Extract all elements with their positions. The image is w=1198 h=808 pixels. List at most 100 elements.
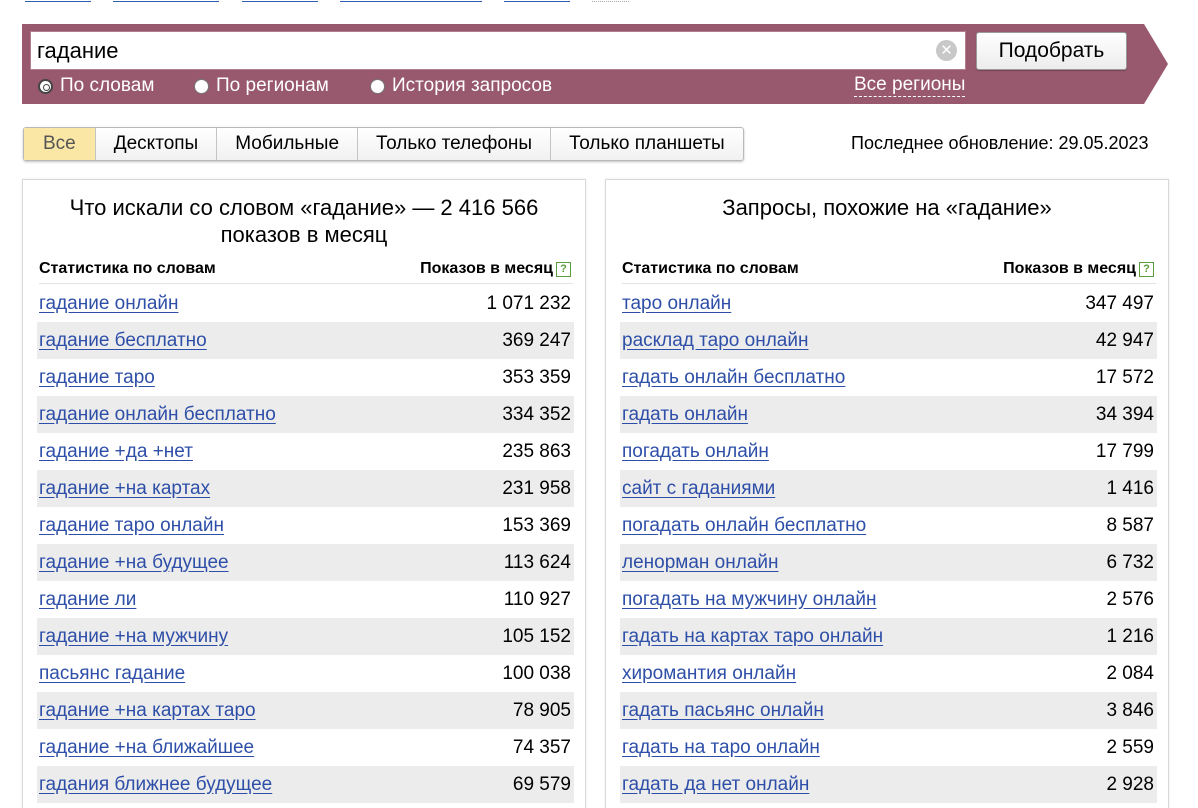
impressions-count: 2 928: [1106, 773, 1154, 795]
top-nav-link[interactable]: [242, 0, 318, 2]
query-link[interactable]: погадать онлайн: [622, 441, 769, 463]
impressions-count: 110 927: [503, 588, 571, 610]
column-header-count-label: Показов в месяц: [420, 260, 553, 277]
radio-label: История запросов: [392, 75, 553, 96]
panel-title-line: Что искали со словом «гадание» — 2 416 5…: [69, 195, 539, 220]
panel-title-line: показов в месяц: [220, 222, 388, 247]
query-link[interactable]: хиромантия онлайн: [622, 663, 796, 685]
impressions-count: 347 497: [1085, 292, 1154, 314]
panel-title: Запросы, похожие на «гадание»: [722, 195, 1052, 220]
table-row: гадания ближнее будущее 69 579: [37, 766, 574, 803]
table-row: гадать да нет онлайн 2 928: [620, 766, 1157, 803]
table-row: пасьянс гадание 100 038: [37, 655, 574, 692]
regions-link[interactable]: Все регионы: [854, 74, 966, 97]
query-link[interactable]: ленорман онлайн: [622, 552, 779, 574]
query-link[interactable]: гадание +на картах: [39, 478, 210, 500]
impressions-count: 1 071 232: [486, 292, 571, 314]
tab-tablets-only[interactable]: Только планшеты: [551, 128, 743, 160]
query-link[interactable]: гадание +на мужчину: [39, 626, 228, 648]
query-link[interactable]: сайт с гаданиями: [622, 478, 775, 500]
impressions-count: 17 799: [1095, 440, 1154, 462]
query-link[interactable]: гадание ли: [39, 589, 136, 611]
impressions-count: 334 352: [502, 403, 571, 425]
query-link[interactable]: пасьянс гадание: [39, 663, 185, 685]
help-icon[interactable]: ?: [556, 261, 571, 277]
impressions-count: 42 947: [1095, 329, 1154, 351]
table-row: гадание онлайн 1 071 232: [37, 285, 574, 322]
tab-all[interactable]: Все: [24, 128, 96, 160]
column-header-count: Показов в месяц ?: [1003, 260, 1154, 278]
query-link[interactable]: гадание таро онлайн: [39, 515, 224, 537]
query-link[interactable]: погадать на мужчину онлайн: [622, 589, 876, 611]
similar-queries-panel: Запросы, похожие на «гадание» Статистика…: [605, 179, 1169, 808]
query-link[interactable]: таро онлайн: [622, 293, 731, 315]
radio-button[interactable]: [38, 78, 53, 94]
impressions-count: 17 572: [1095, 366, 1154, 388]
query-link[interactable]: гадание +да +нет: [39, 441, 193, 463]
table-row: расклад таро онлайн 42 947: [620, 322, 1157, 359]
impressions-count: 231 958: [502, 477, 571, 499]
tab-phones-only[interactable]: Только телефоны: [358, 128, 552, 160]
impressions-count: 105 152: [502, 625, 571, 647]
impressions-count: 69 579: [512, 773, 571, 795]
query-link[interactable]: гадать пасьянс онлайн: [622, 700, 824, 722]
query-link[interactable]: гадать онлайн: [622, 404, 748, 426]
table-header: Статистика по словам Показов в месяц ?: [39, 260, 573, 284]
top-nav-link[interactable]: [504, 0, 570, 2]
table-row: погадать на мужчину онлайн 2 576: [620, 581, 1157, 618]
table-row: гадание онлайн бесплатно 334 352: [37, 396, 574, 433]
impressions-count: 2 559: [1106, 736, 1154, 758]
table-row: хиромантия онлайн 2 084: [620, 655, 1157, 692]
query-link[interactable]: гадание +на картах таро: [39, 700, 256, 722]
search-input[interactable]: [30, 31, 966, 70]
impressions-count: 3 846: [1106, 699, 1154, 721]
table-row: гадание +на картах 231 958: [37, 470, 574, 507]
word-stats-table: гадание онлайн 1 071 232 гадание бесплатно…: [37, 285, 574, 803]
table-row: погадать онлайн 17 799: [620, 433, 1157, 470]
query-link[interactable]: гадать на таро онлайн: [622, 737, 820, 759]
top-nav-link[interactable]: [113, 0, 219, 2]
query-link[interactable]: гадание +на ближайшее: [39, 737, 254, 759]
query-link[interactable]: гадание таро: [39, 367, 155, 389]
query-link[interactable]: гадать онлайн бесплатно: [622, 367, 845, 389]
impressions-count: 100 038: [502, 662, 571, 684]
query-link[interactable]: гадание +на будущее: [39, 552, 229, 574]
submit-button[interactable]: Подобрать: [976, 32, 1127, 70]
query-link[interactable]: гадание бесплатно: [39, 330, 207, 352]
top-nav-link[interactable]: [340, 0, 482, 2]
query-link[interactable]: гадать на картах таро онлайн: [622, 626, 883, 648]
word-stats-panel: Что искали со словом «гадание» — 2 416 5…: [22, 179, 586, 808]
table-row: гадание +на мужчину 105 152: [37, 618, 574, 655]
impressions-count: 153 369: [502, 514, 571, 536]
table-row: гадать онлайн бесплатно 17 572: [620, 359, 1157, 396]
radio-label: По регионам: [216, 75, 329, 96]
query-link[interactable]: гадать да нет онлайн: [622, 774, 809, 796]
radio-by-words[interactable]: По словам: [38, 74, 154, 98]
close-icon[interactable]: ✕: [936, 40, 957, 61]
table-header: Статистика по словам Показов в месяц ?: [622, 260, 1156, 284]
top-nav-link[interactable]: [592, 0, 629, 2]
query-link[interactable]: гадания ближнее будущее: [39, 774, 272, 796]
query-link[interactable]: погадать онлайн бесплатно: [622, 515, 866, 537]
query-link[interactable]: гадание онлайн: [39, 293, 179, 315]
table-row: гадание таро онлайн 153 369: [37, 507, 574, 544]
radio-by-regions[interactable]: По регионам: [194, 74, 329, 98]
table-row: гадать онлайн 34 394: [620, 396, 1157, 433]
impressions-count: 34 394: [1095, 403, 1154, 425]
query-link[interactable]: расклад таро онлайн: [622, 330, 808, 352]
top-nav-link[interactable]: [25, 0, 91, 2]
help-icon[interactable]: ?: [1139, 261, 1154, 277]
table-row: гадание бесплатно 369 247: [37, 322, 574, 359]
column-header-words: Статистика по словам: [622, 260, 799, 277]
radio-query-history[interactable]: История запросов: [370, 74, 552, 98]
radio-button[interactable]: [370, 78, 385, 94]
tab-desktops[interactable]: Десктопы: [96, 128, 218, 160]
radio-button[interactable]: [194, 78, 209, 94]
table-row: гадание таро 353 359: [37, 359, 574, 396]
table-row: гадать на картах таро онлайн 1 216: [620, 618, 1157, 655]
query-link[interactable]: гадание онлайн бесплатно: [39, 404, 276, 426]
search-band-arrow: [1144, 24, 1168, 104]
impressions-count: 74 357: [512, 736, 571, 758]
last-update-text: Последнее обновление: 29.05.2023: [851, 133, 1149, 153]
tab-mobile[interactable]: Мобильные: [217, 128, 359, 160]
